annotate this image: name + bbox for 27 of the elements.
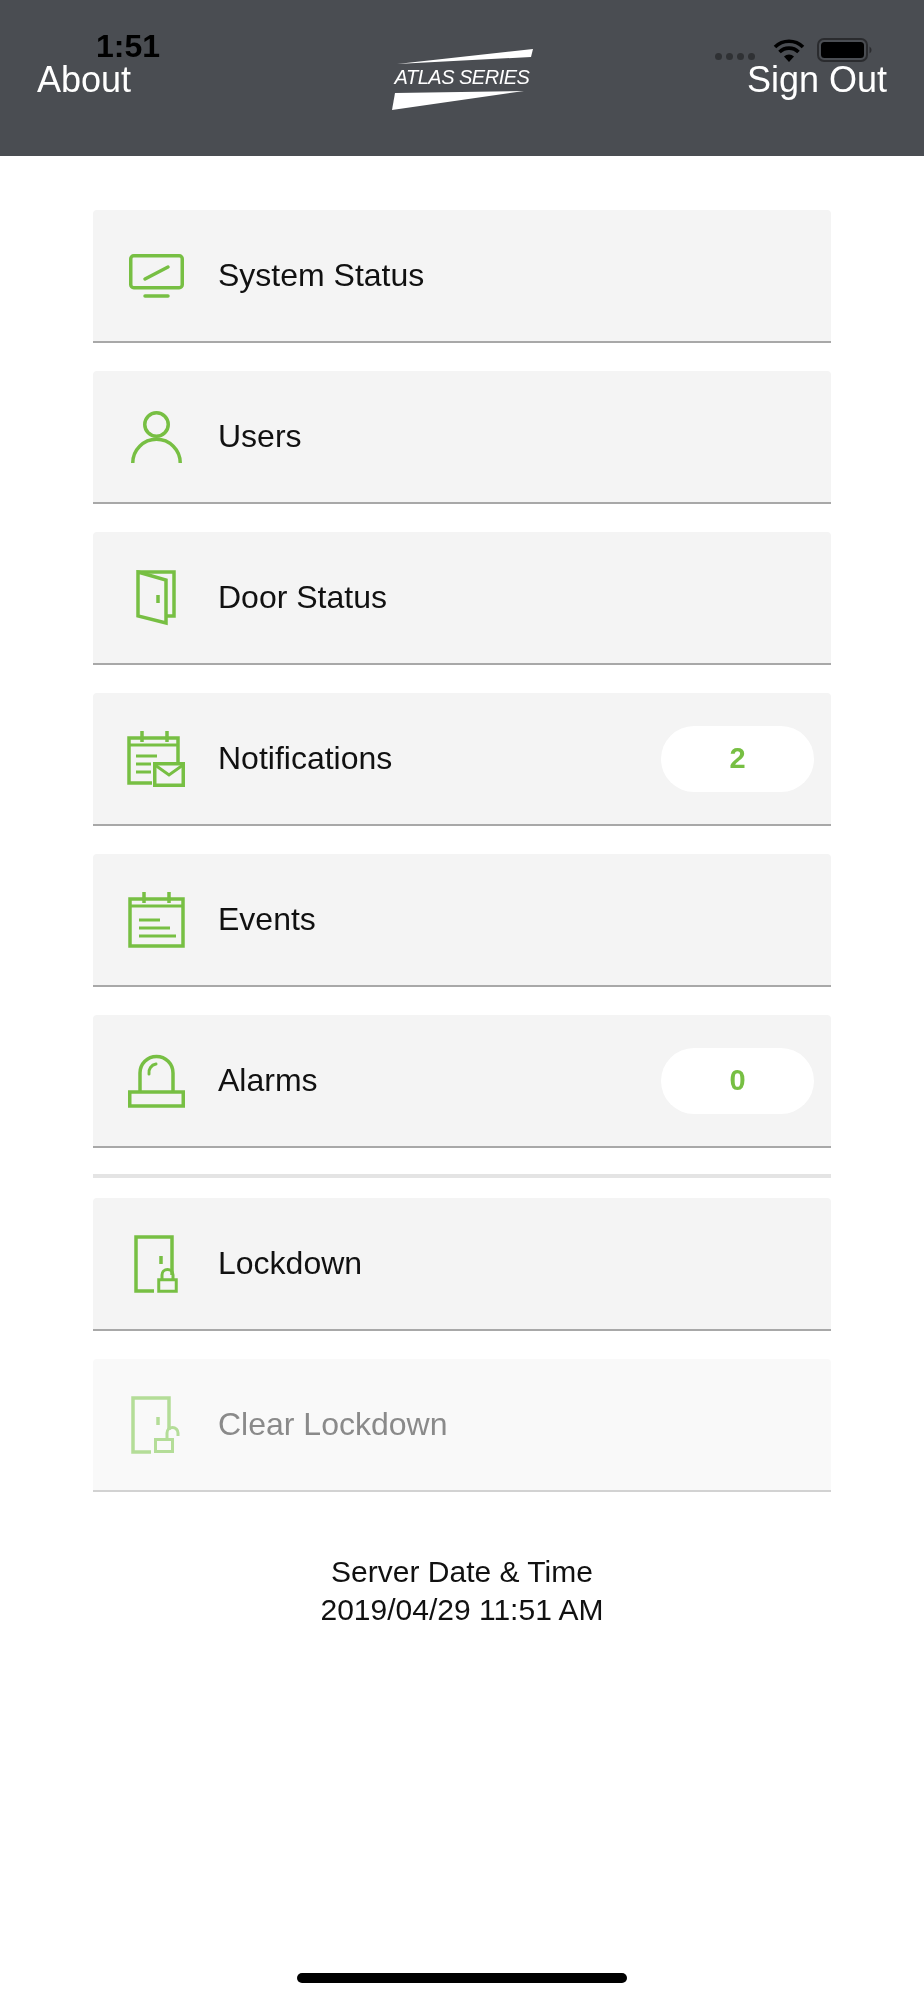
- calendar-envelope-icon: [127, 730, 185, 787]
- battery-icon: [817, 38, 873, 62]
- cellular-signal-icon: [715, 53, 755, 60]
- sign-out-button[interactable]: Sign Out: [746, 62, 887, 98]
- user-icon: [130, 410, 182, 463]
- server-time-value: 2019/04/29 11:51 AM: [320, 1592, 604, 1628]
- menu-item[interactable]: Users: [93, 371, 831, 504]
- count-badge: 0: [661, 1047, 814, 1114]
- menu-item[interactable]: System Status: [93, 210, 831, 343]
- door-icon: [136, 569, 176, 626]
- status-time: 1:51: [96, 30, 161, 62]
- menu-item[interactable]: Door Status: [93, 532, 831, 665]
- menu-item[interactable]: Lockdown: [93, 1198, 831, 1331]
- calendar-icon: [127, 891, 185, 948]
- about-button[interactable]: About: [37, 62, 132, 98]
- menu-item[interactable]: Events: [93, 854, 831, 987]
- door-unlocked-icon: [131, 1395, 181, 1454]
- monitor-icon: [128, 253, 184, 298]
- logo-text: ATLAS SERIES: [394, 65, 530, 90]
- wifi-icon: [773, 39, 805, 62]
- home-indicator[interactable]: [297, 1973, 627, 1983]
- door-lock-icon: [134, 1234, 178, 1293]
- server-time-label: Server Date & Time: [331, 1554, 593, 1590]
- siren-icon: [127, 1053, 185, 1108]
- count-badge: 2: [661, 725, 814, 792]
- menu-item[interactable]: Alarms 0: [93, 1015, 831, 1148]
- menu-item[interactable]: Notifications 2: [93, 693, 831, 826]
